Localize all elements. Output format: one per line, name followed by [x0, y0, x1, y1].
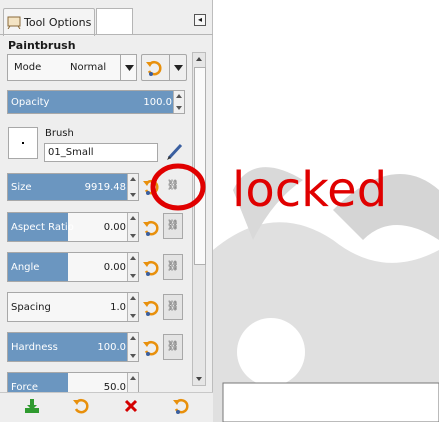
angle-value: 0.00 — [103, 262, 126, 273]
tab-divider — [0, 34, 213, 35]
mode-combo[interactable]: Mode Normal — [7, 54, 137, 81]
spacing-chain-icon[interactable]: ⛓ — [163, 294, 183, 320]
opacity-slider[interactable]: Opacity 100.0 — [7, 90, 185, 114]
spacing-label: Spacing — [11, 302, 51, 313]
save-options-icon[interactable] — [23, 397, 41, 415]
spacing-slider[interactable]: Spacing 1.0 — [7, 292, 139, 322]
brush-label: Brush — [45, 128, 74, 139]
hardness-slider[interactable]: Hardness 100.0 — [7, 332, 139, 362]
brush-preview[interactable] — [8, 127, 38, 159]
opacity-value: 100.0 — [143, 97, 172, 108]
delete-options-icon[interactable] — [122, 397, 140, 415]
angle-slider[interactable]: Angle 0.00 — [7, 252, 139, 282]
annotation-text: locked — [232, 162, 388, 218]
tool-options-icon — [7, 16, 21, 29]
scroll-up-icon[interactable] — [193, 53, 205, 65]
dock-menu-icon[interactable]: ◂ — [194, 14, 206, 26]
hardness-spinner[interactable] — [127, 333, 138, 361]
angle-label: Angle — [11, 262, 40, 273]
aspect-ratio-reset-icon[interactable] — [142, 219, 160, 237]
tab-tool-options[interactable]: Tool Options — [3, 8, 95, 36]
angle-chain-icon[interactable]: ⛓ — [163, 254, 183, 280]
size-value: 9919.48 — [84, 182, 126, 193]
brush-name-field[interactable]: 01_Small — [44, 143, 158, 162]
spacing-spinner[interactable] — [127, 293, 138, 321]
size-slider[interactable]: Size 9919.48 — [7, 173, 139, 201]
chevron-down-icon — [169, 55, 186, 80]
hardness-reset-icon[interactable] — [142, 339, 160, 357]
reset-options-icon[interactable] — [172, 397, 190, 415]
hardness-value: 100.0 — [97, 342, 126, 353]
aspect-ratio-value: 0.00 — [103, 222, 126, 233]
restore-options-icon[interactable] — [72, 397, 90, 415]
spacing-reset-icon[interactable] — [142, 299, 160, 317]
size-spinner[interactable] — [127, 174, 138, 200]
angle-spinner[interactable] — [127, 253, 138, 281]
scroll-down-icon[interactable] — [193, 373, 205, 385]
reset-icon — [146, 60, 162, 76]
size-label: Size — [11, 182, 32, 193]
annotation-circle — [150, 163, 206, 211]
aspect-ratio-slider[interactable]: Aspect Ratio 0.00 — [7, 212, 139, 242]
vertical-scrollbar[interactable] — [192, 52, 206, 386]
aspect-ratio-chain-icon[interactable]: ⛓ — [163, 213, 183, 239]
opacity-spinner[interactable] — [173, 91, 184, 113]
mode-value: Normal — [70, 62, 107, 73]
tool-title: Paintbrush — [8, 39, 76, 52]
tab-secondary[interactable] — [96, 8, 133, 34]
chevron-down-icon — [120, 55, 137, 80]
brush-name: 01_Small — [48, 147, 94, 158]
angle-reset-icon[interactable] — [142, 259, 160, 277]
edit-brush-icon[interactable] — [165, 141, 185, 161]
hardness-chain-icon[interactable]: ⛓ — [163, 334, 183, 360]
aspect-ratio-label: Aspect Ratio — [11, 222, 74, 233]
bottom-toolbar — [0, 392, 213, 422]
aspect-ratio-spinner[interactable] — [127, 213, 138, 241]
brush-dot — [22, 142, 24, 144]
tab-label: Tool Options — [24, 16, 92, 29]
spacing-value: 1.0 — [110, 302, 126, 313]
hardness-label: Hardness — [11, 342, 58, 353]
mode-reset-button[interactable] — [141, 54, 187, 81]
opacity-label: Opacity — [11, 97, 50, 108]
mode-label: Mode — [14, 62, 42, 73]
